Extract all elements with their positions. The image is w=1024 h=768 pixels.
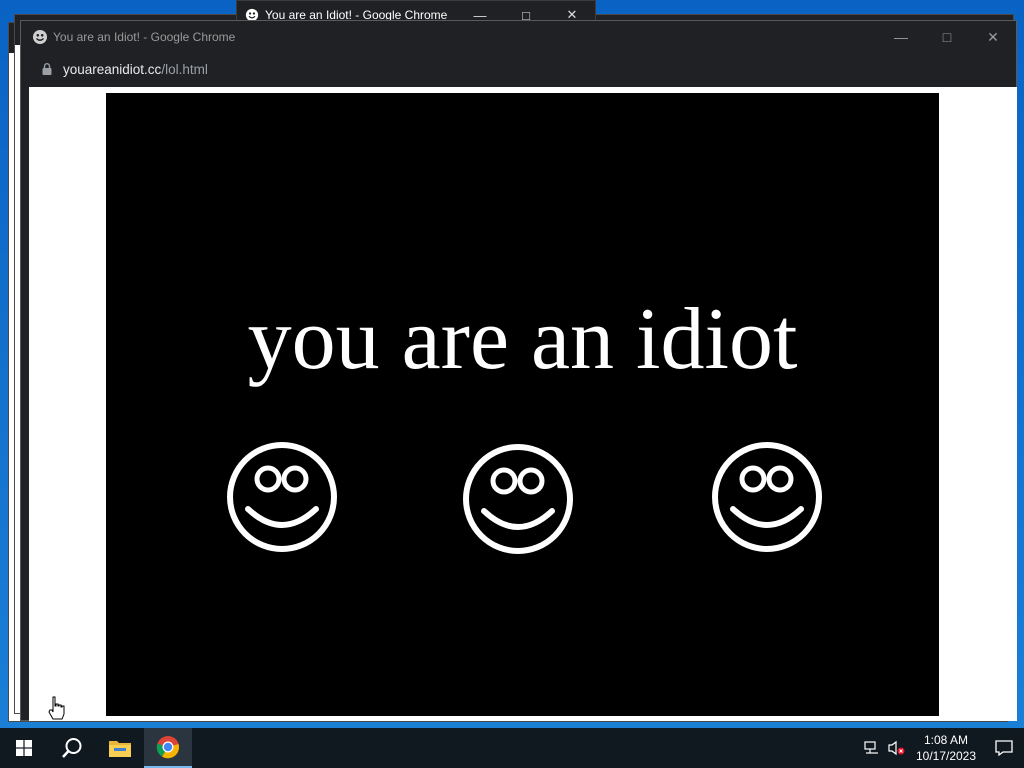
chrome-popup-window: You are an Idiot! - Google Chrome — □ ✕ … [20,20,1017,721]
window-title: You are an Idiot! - Google Chrome [53,30,236,44]
window-titlebar[interactable]: You are an Idiot! - Google Chrome — □ ✕ [21,21,1016,53]
google-chrome-button[interactable] [144,728,192,768]
lock-icon[interactable] [40,62,54,76]
clock-date: 10/17/2023 [915,749,977,763]
smiley-face-icon [227,442,337,552]
search-icon [62,738,82,758]
system-tray: 1:08 AM 10/17/2023 [860,728,1024,768]
address-bar[interactable]: youareanidiot.cc /lol.html [21,53,1016,85]
smiley-face-icon [463,444,573,554]
url-host: youareanidiot.cc [63,61,162,77]
page-stage: you are an idiot [106,93,939,716]
close-button[interactable]: ✕ [970,21,1016,53]
file-explorer-button[interactable] [96,728,144,768]
network-icon[interactable] [860,728,884,768]
page-content: you are an idiot [29,87,1017,721]
url-path: /lol.html [161,61,208,77]
chrome-icon [156,736,180,759]
desktop: You are an Idiot! - Google Chrome — □ ✕ … [0,0,1024,728]
start-button[interactable] [0,728,48,768]
taskbar: 1:08 AM 10/17/2023 [0,728,1024,768]
search-button[interactable] [48,728,96,768]
maximize-button[interactable]: □ [924,21,970,53]
folder-icon [109,741,131,757]
page-headline: you are an idiot [247,291,798,388]
clock-time: 1:08 AM [923,733,969,747]
smiley-face-icon [712,442,822,552]
hand-cursor-icon [48,696,65,720]
notification-center-button[interactable] [984,728,1024,768]
notification-icon [995,740,1013,757]
taskbar-clock[interactable]: 1:08 AM 10/17/2023 [908,732,984,764]
smiley-favicon-icon [33,30,47,44]
volume-muted-icon[interactable] [884,728,908,768]
minimize-button[interactable]: — [878,21,924,53]
windows-logo-icon [16,740,32,756]
